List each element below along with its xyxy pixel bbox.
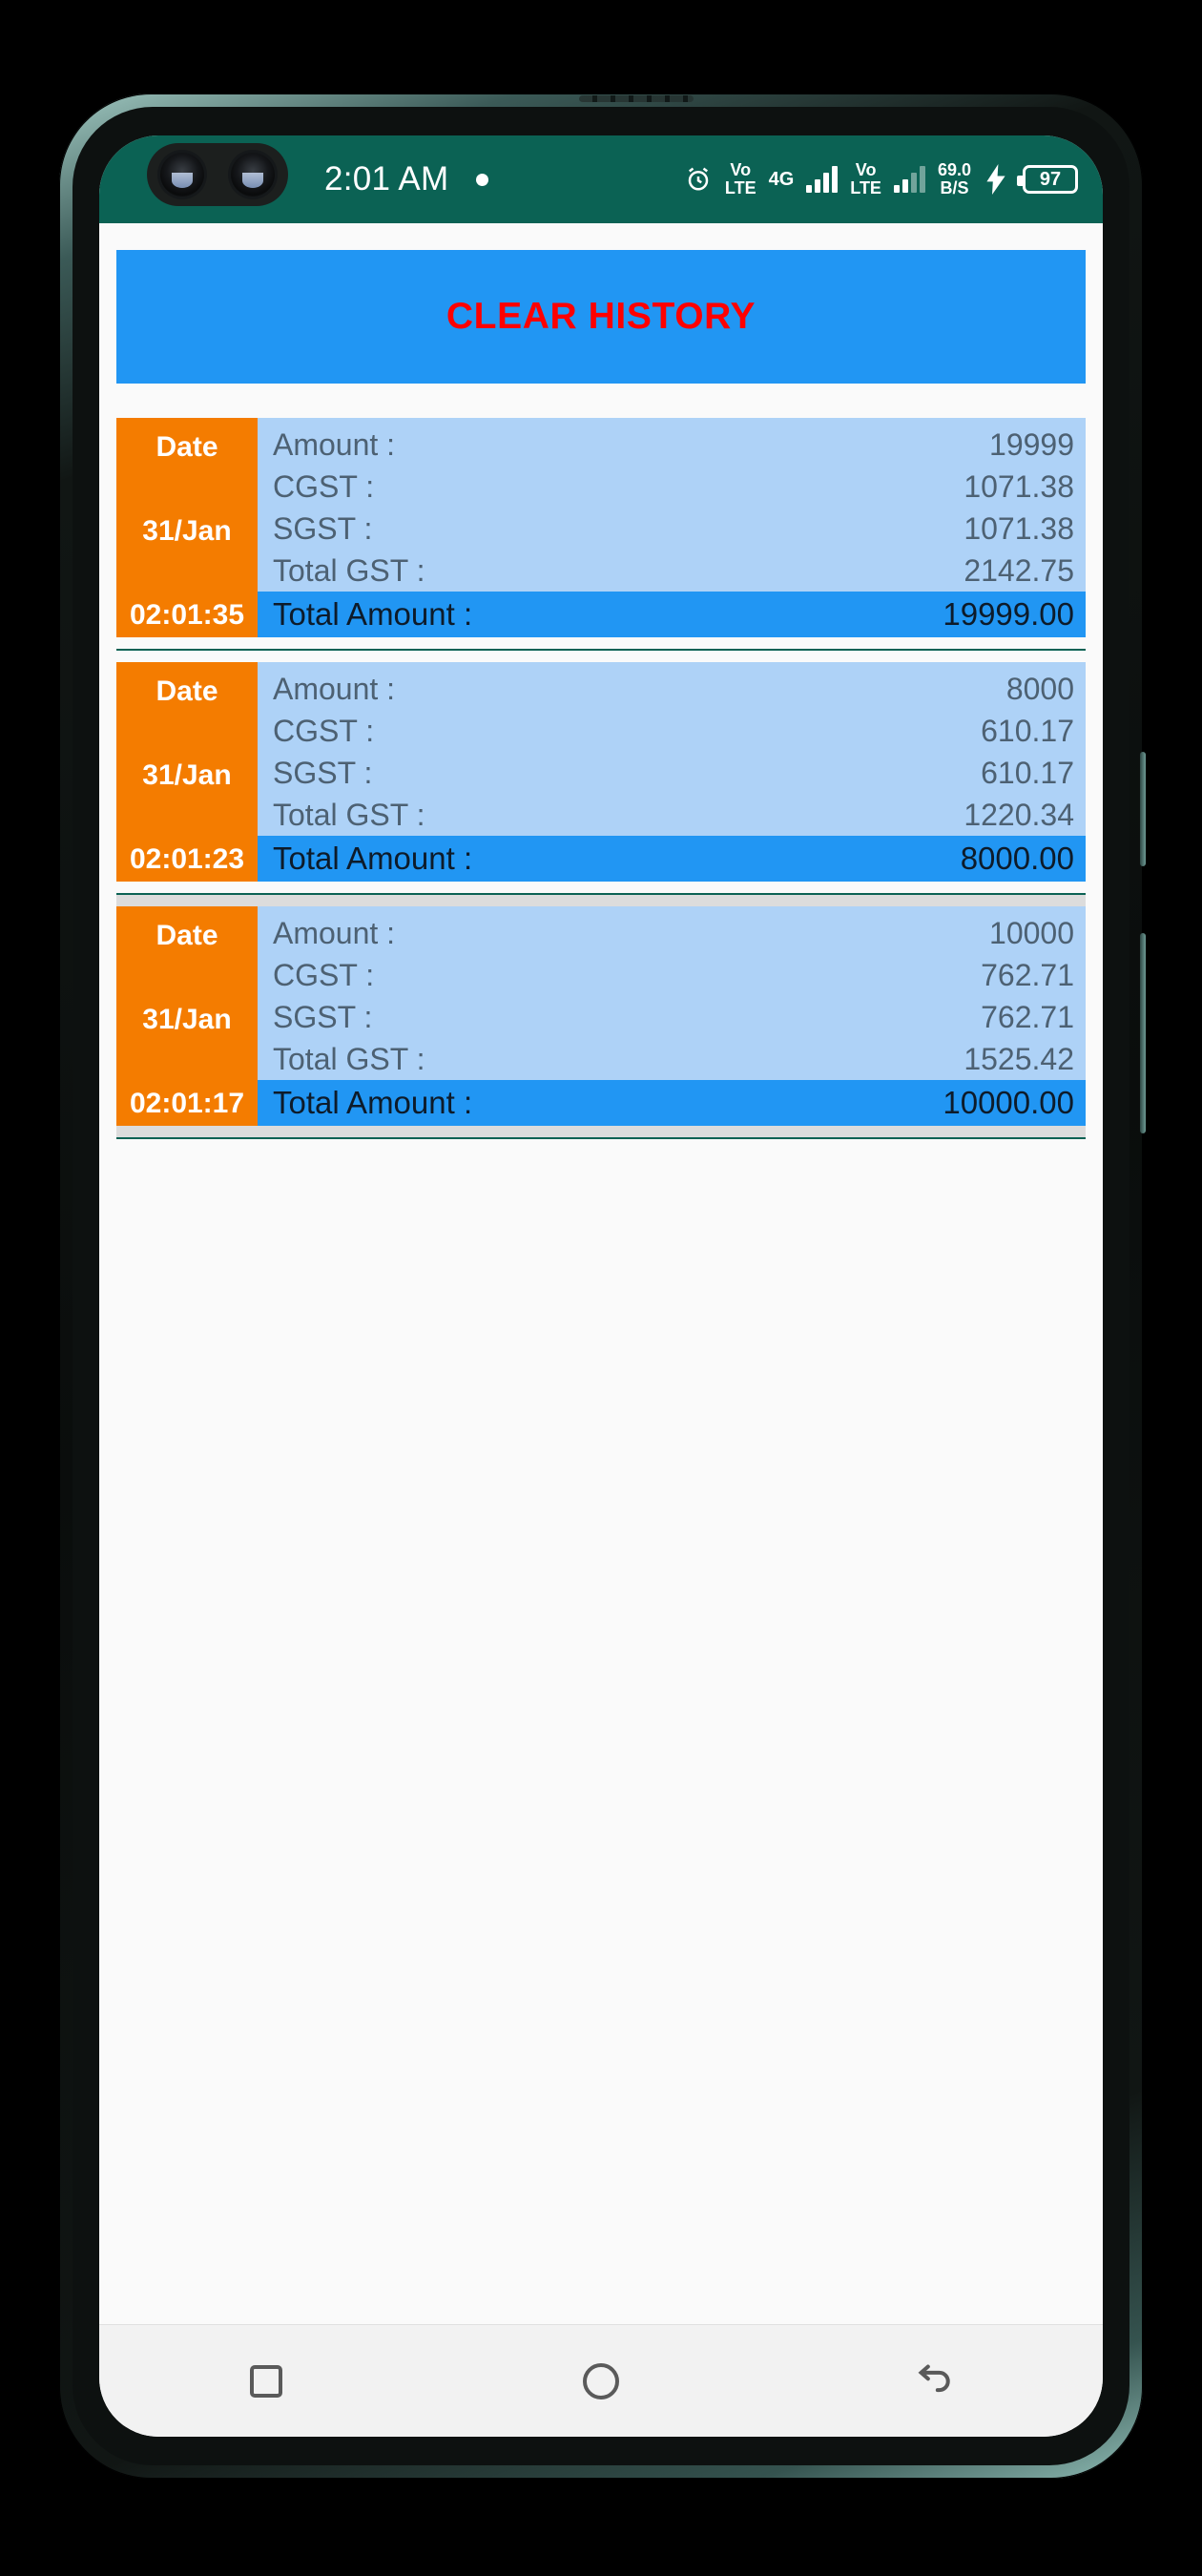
amount-row: Amount : 10000: [258, 912, 1086, 954]
cgst-row-label: CGST :: [273, 957, 375, 992]
signal-strength-sim2-icon: [893, 166, 925, 193]
amount-row-label: Amount :: [273, 671, 396, 706]
total-amount-row: Total Amount : 19999.00: [258, 592, 1086, 637]
history-card-details: Amount : 10000 CGST : 762.71 SGST : 762.71 Tot…: [258, 906, 1086, 1126]
phone-bezel: 2:01 AM Vo LTE 4G Vo LTE 69.0 B/S 97 CLE…: [73, 107, 1129, 2465]
history-card-date-column: Date 31/Jan 02:01:17: [116, 906, 258, 1126]
earpiece-speaker: [579, 95, 694, 102]
sgst-row-label: SGST :: [273, 510, 373, 546]
status-time: 2:01 AM: [324, 160, 449, 197]
charging-bolt-icon: [984, 164, 1008, 195]
status-bar: 2:01 AM Vo LTE 4G Vo LTE 69.0 B/S 97: [99, 135, 1103, 223]
battery-icon: 97: [1017, 165, 1078, 194]
amount-row: Amount : 8000: [258, 668, 1086, 710]
status-icons: Vo LTE 4G Vo LTE 69.0 B/S 97: [684, 161, 1078, 197]
app-content: CLEAR HISTORY Date 31/Jan 02:01:35 Amount :…: [99, 223, 1103, 2324]
volume-button[interactable]: [1140, 933, 1146, 1133]
total-amount-label: Total Amount :: [273, 841, 473, 876]
sgst-row-label: SGST :: [273, 999, 373, 1034]
history-card-details: Amount : 19999 CGST : 1071.38 SGST : 1071.38 T…: [258, 418, 1086, 637]
cgst-row-value: 610.17: [981, 713, 1074, 748]
total-amount-value: 8000.00: [960, 841, 1074, 876]
camera-cutout: [147, 143, 288, 206]
date-value: 31/Jan: [142, 515, 232, 547]
history-card-date-column: Date 31/Jan 02:01:23: [116, 662, 258, 882]
total-amount-label: Total Amount :: [273, 1085, 473, 1120]
sgst-row: SGST : 762.71: [258, 996, 1086, 1038]
history-card[interactable]: Date 31/Jan 02:01:17 Amount : 10000 CGST : 762…: [116, 895, 1086, 1139]
amount-row-label: Amount :: [273, 426, 396, 462]
cgst-row-label: CGST :: [273, 713, 375, 748]
signal-strength-sim1-icon: [806, 166, 839, 193]
cgst-row: CGST : 762.71: [258, 954, 1086, 996]
total-gst-row-label: Total GST :: [273, 797, 425, 832]
date-value: 31/Jan: [142, 1004, 232, 1035]
power-button[interactable]: [1140, 752, 1146, 866]
clear-history-button[interactable]: CLEAR HISTORY: [116, 250, 1086, 384]
amount-row-value: 19999: [989, 426, 1074, 462]
square-recents-icon: [250, 2364, 283, 2398]
total-gst-row-label: Total GST :: [273, 552, 425, 588]
history-card-date-column: Date 31/Jan 02:01:35: [116, 418, 258, 637]
sgst-row-value: 1071.38: [964, 510, 1074, 546]
detail-rows: Amount : 10000 CGST : 762.71 SGST : 762.71 Tot…: [258, 906, 1086, 1080]
total-gst-row-value: 1525.42: [964, 1041, 1074, 1076]
total-amount-label: Total Amount :: [273, 596, 473, 632]
sgst-row: SGST : 1071.38: [258, 508, 1086, 550]
recents-button[interactable]: [209, 2348, 323, 2415]
history-card-details: Amount : 8000 CGST : 610.17 SGST : 610.17 Tota…: [258, 662, 1086, 882]
history-card[interactable]: Date 31/Jan 02:01:23 Amount : 8000 CGST : 610.…: [116, 651, 1086, 895]
phone-screen: 2:01 AM Vo LTE 4G Vo LTE 69.0 B/S 97 CLE…: [99, 135, 1103, 2437]
system-navigation-bar: [99, 2324, 1103, 2437]
back-arrow-icon: [915, 2362, 957, 2400]
total-amount-row: Total Amount : 10000.00: [258, 1080, 1086, 1126]
date-label: Date: [155, 675, 218, 707]
amount-row-value: 8000: [1005, 671, 1074, 706]
notification-dot-icon: [475, 173, 488, 186]
cgst-row: CGST : 1071.38: [258, 466, 1086, 508]
total-amount-value: 19999.00: [943, 596, 1074, 632]
total-gst-row: Total GST : 1220.34: [258, 794, 1086, 836]
sgst-row: SGST : 610.17: [258, 752, 1086, 794]
camera-lens-1: [160, 153, 204, 197]
history-card[interactable]: Date 31/Jan 02:01:35 Amount : 19999 CGST : 107…: [116, 406, 1086, 651]
time-value: 02:01:23: [129, 843, 245, 875]
detail-rows: Amount : 19999 CGST : 1071.38 SGST : 1071.38 T…: [258, 418, 1086, 592]
home-button[interactable]: [544, 2348, 658, 2415]
sgst-row-value: 762.71: [981, 999, 1074, 1034]
sgst-row-label: SGST :: [273, 755, 373, 790]
data-speed-indicator: 69.0 B/S: [937, 160, 971, 197]
total-gst-row: Total GST : 1525.42: [258, 1038, 1086, 1080]
back-button[interactable]: [879, 2348, 993, 2415]
total-gst-row-value: 1220.34: [964, 797, 1074, 832]
detail-rows: Amount : 8000 CGST : 610.17 SGST : 610.17 Tota…: [258, 662, 1086, 836]
amount-row-label: Amount :: [273, 915, 396, 950]
cgst-row: CGST : 610.17: [258, 710, 1086, 752]
cgst-row-value: 1071.38: [964, 468, 1074, 504]
total-gst-row-label: Total GST :: [273, 1041, 425, 1076]
total-amount-row: Total Amount : 8000.00: [258, 836, 1086, 882]
total-amount-value: 10000.00: [943, 1085, 1074, 1120]
camera-lens-2: [231, 153, 275, 197]
history-list: Date 31/Jan 02:01:35 Amount : 19999 CGST : 107…: [99, 406, 1103, 1139]
cgst-row-label: CGST :: [273, 468, 375, 504]
total-gst-row: Total GST : 2142.75: [258, 550, 1086, 592]
sgst-row-value: 610.17: [981, 755, 1074, 790]
phone-frame: 2:01 AM Vo LTE 4G Vo LTE 69.0 B/S 97 CLE…: [59, 93, 1146, 2479]
amount-row: Amount : 19999: [258, 424, 1086, 466]
amount-row-value: 10000: [989, 915, 1074, 950]
time-value: 02:01:35: [129, 599, 245, 631]
volte-sim1-icon: Vo LTE: [724, 160, 756, 197]
alarm-clock-icon: [684, 165, 713, 194]
total-gst-row-value: 2142.75: [964, 552, 1074, 588]
date-value: 31/Jan: [142, 759, 232, 791]
date-label: Date: [155, 431, 218, 463]
time-value: 02:01:17: [129, 1088, 245, 1119]
network-type-4g-label: 4G: [768, 169, 795, 190]
cgst-row-value: 762.71: [981, 957, 1074, 992]
volte-sim2-icon: Vo LTE: [850, 160, 881, 197]
circle-home-icon: [582, 2362, 619, 2399]
date-label: Date: [155, 920, 218, 951]
